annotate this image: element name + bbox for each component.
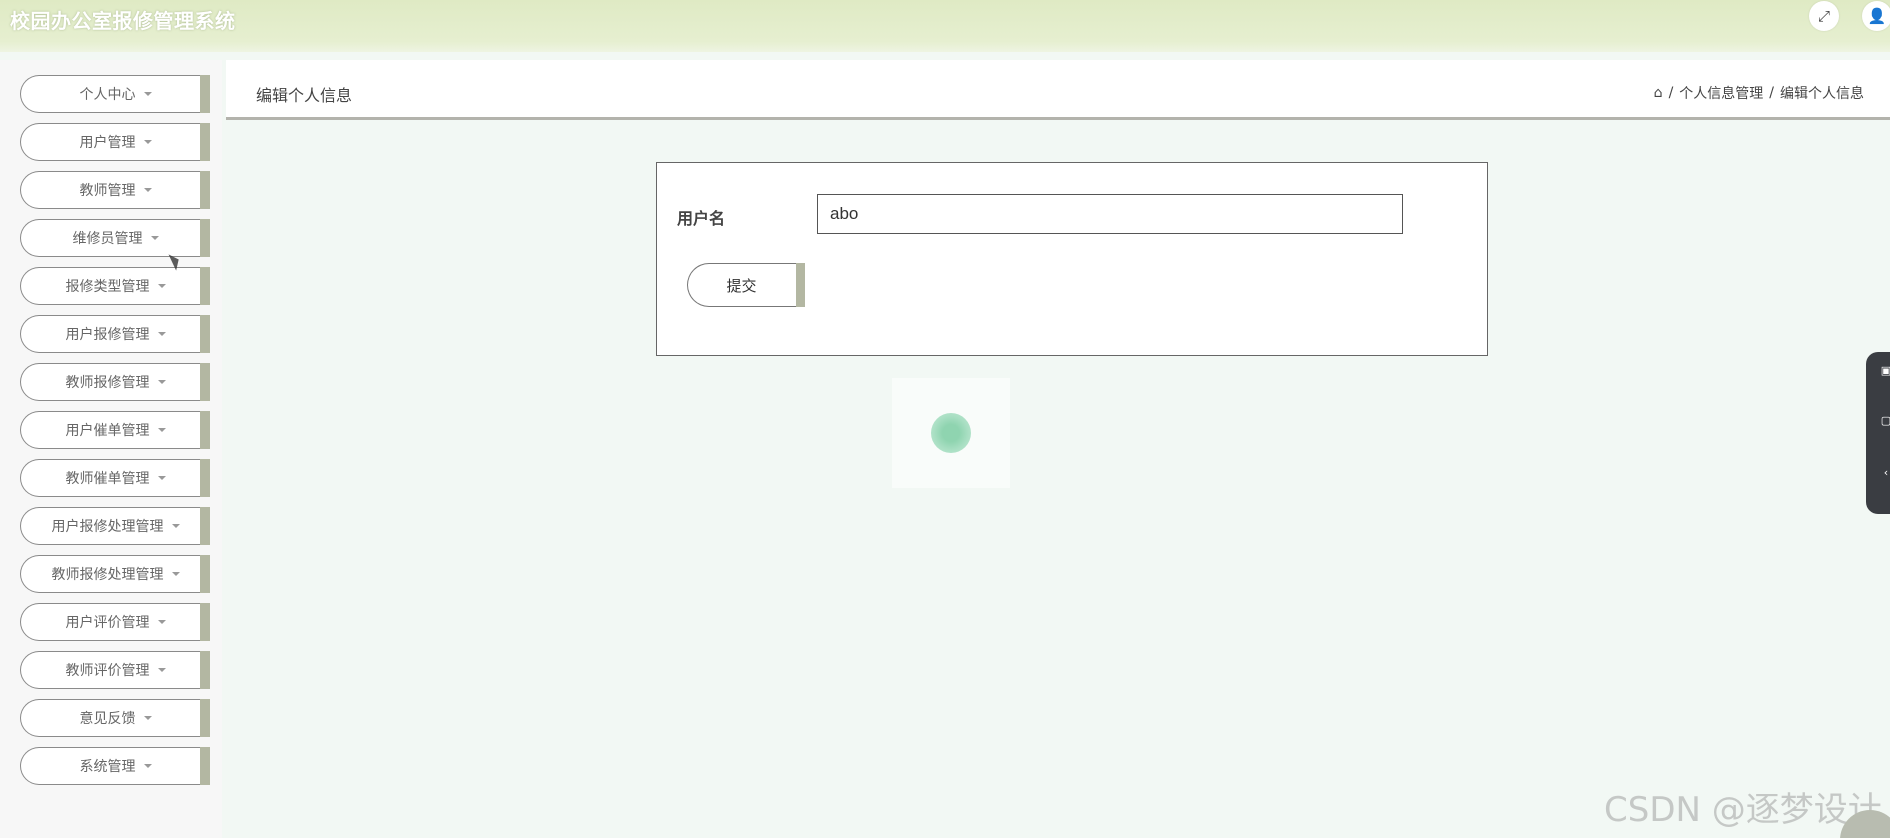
sidebar-item-repairmen[interactable]: 维修员管理 [20, 219, 210, 257]
chevron-down-icon [157, 428, 166, 432]
sidebar-item-teacher-reviews[interactable]: 教师评价管理 [20, 651, 210, 689]
sidebar: 个人中心 用户管理 教师管理 维修员管理 报修类型管理 用户报修管理 教师报修管… [0, 60, 222, 838]
chevron-down-icon [157, 668, 166, 672]
sidebar-item-label: 系统管理 [79, 759, 136, 775]
sidebar-item-teachers[interactable]: 教师管理 [20, 171, 210, 209]
expand-tool-icon[interactable]: ‹ [1876, 466, 1890, 479]
breadcrumb-separator: / [1769, 85, 1774, 101]
ai-tool-icon[interactable]: ▣ [1876, 364, 1890, 377]
submit-button[interactable]: 提交 [687, 263, 805, 307]
sidebar-item-label: 用户评价管理 [65, 615, 150, 631]
sidebar-item-label: 用户报修处理管理 [51, 519, 164, 535]
chevron-down-icon [157, 332, 166, 336]
sidebar-item-label: 用户催单管理 [65, 423, 150, 439]
app-title: 校园办公室报修管理系统 [10, 9, 236, 33]
fullscreen-icon[interactable]: ⤢ [1809, 1, 1839, 31]
chevron-down-icon [143, 764, 152, 768]
sidebar-item-label: 维修员管理 [72, 231, 143, 247]
floating-toolbar: ▣ ▢ ‹ [1866, 352, 1890, 514]
chevron-down-icon [157, 476, 166, 480]
loading-indicator [892, 378, 1010, 488]
chevron-down-icon [143, 140, 152, 144]
loading-spinner-icon [931, 413, 971, 453]
chevron-down-icon [171, 524, 180, 528]
sidebar-item-user-reviews[interactable]: 用户评价管理 [20, 603, 210, 641]
sidebar-item-label: 教师催单管理 [65, 471, 150, 487]
breadcrumb-item-personal-info[interactable]: 个人信息管理 [1679, 83, 1763, 103]
chevron-down-icon [143, 92, 152, 96]
breadcrumb-item-edit-info: 编辑个人信息 [1780, 86, 1864, 102]
title-bar: 编辑个人信息 ⌂ / 个人信息管理 / 编辑个人信息 [226, 60, 1890, 120]
sidebar-item-repair-types[interactable]: 报修类型管理 [20, 267, 210, 305]
sidebar-item-label: 报修类型管理 [65, 279, 150, 295]
sidebar-item-label: 意见反馈 [79, 711, 136, 727]
sidebar-item-label: 教师报修处理管理 [51, 567, 164, 583]
sidebar-item-teacher-urges[interactable]: 教师催单管理 [20, 459, 210, 497]
sidebar-item-label: 用户报修管理 [65, 327, 150, 343]
course-tool-icon[interactable]: ▢ [1876, 414, 1890, 427]
page-title: 编辑个人信息 [256, 86, 353, 105]
home-icon[interactable]: ⌂ [1654, 85, 1663, 101]
main-content: 编辑个人信息 ⌂ / 个人信息管理 / 编辑个人信息 用户名 提交 [226, 60, 1890, 838]
watermark: CSDN @逐梦设计 [1604, 790, 1882, 830]
sidebar-item-user-urges[interactable]: 用户催单管理 [20, 411, 210, 449]
sidebar-item-label: 教师报修管理 [65, 375, 150, 391]
sidebar-item-label: 教师评价管理 [65, 663, 150, 679]
sidebar-item-user-repair-handling[interactable]: 用户报修处理管理 [20, 507, 210, 545]
sidebar-item-label: 个人中心 [79, 87, 136, 103]
username-input[interactable] [817, 194, 1403, 234]
sidebar-item-users[interactable]: 用户管理 [20, 123, 210, 161]
chevron-down-icon [143, 188, 152, 192]
edit-info-form: 用户名 提交 [656, 162, 1488, 356]
chevron-down-icon [157, 620, 166, 624]
sidebar-item-user-repairs[interactable]: 用户报修管理 [20, 315, 210, 353]
chevron-down-icon [171, 572, 180, 576]
user-icon[interactable]: 👤 [1862, 1, 1890, 31]
sidebar-item-teacher-repairs[interactable]: 教师报修管理 [20, 363, 210, 401]
sidebar-item-label: 用户管理 [79, 135, 136, 151]
breadcrumb-separator: / [1668, 85, 1674, 101]
breadcrumb: ⌂ / 个人信息管理 / 编辑个人信息 [1654, 83, 1864, 103]
chevron-down-icon [150, 236, 159, 240]
sidebar-item-personal-center[interactable]: 个人中心 [20, 75, 210, 113]
sidebar-item-system[interactable]: 系统管理 [20, 747, 210, 785]
chevron-down-icon [143, 716, 152, 720]
sidebar-item-teacher-repair-handling[interactable]: 教师报修处理管理 [20, 555, 210, 593]
chevron-down-icon [157, 380, 166, 384]
sidebar-item-feedback[interactable]: 意见反馈 [20, 699, 210, 737]
top-header: 校园办公室报修管理系统 ⤢ 👤 [0, 0, 1890, 52]
username-label: 用户名 [677, 209, 726, 228]
sidebar-item-label: 教师管理 [79, 183, 136, 199]
chevron-down-icon [157, 284, 166, 288]
